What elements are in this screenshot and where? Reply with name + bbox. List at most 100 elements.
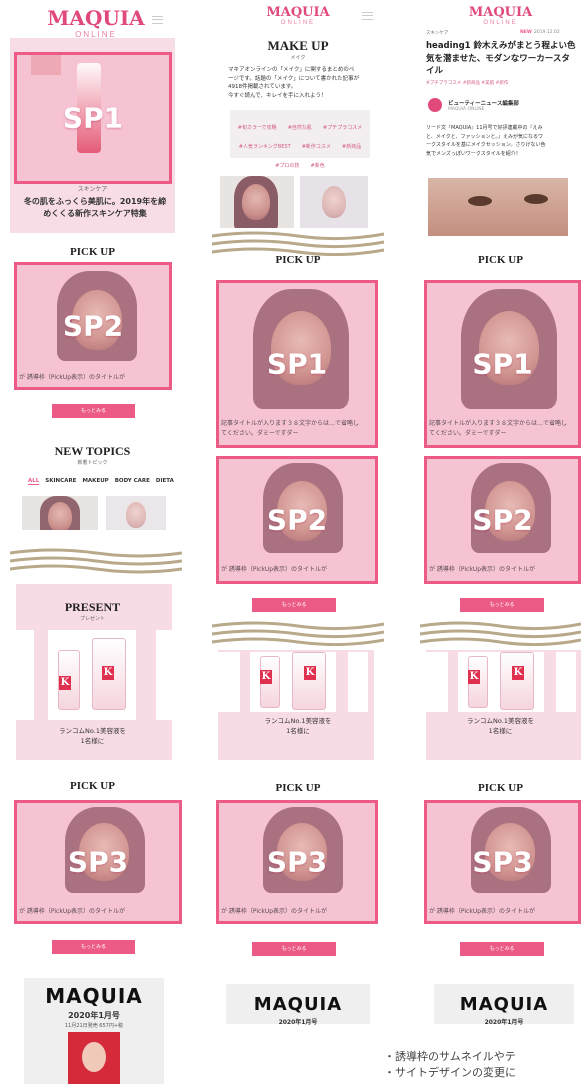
magazine-issue: 2020年1月号 (278, 1019, 318, 1026)
sp3-label: SP3 (472, 845, 533, 879)
tag-1[interactable]: #旬カラーで攻略 (238, 124, 277, 131)
sp2-block[interactable]: SP2 が 誘導枠（PickUp表示）のタイトルが (424, 456, 581, 584)
present-card-next[interactable] (556, 652, 576, 712)
sp3-block[interactable]: SP3 が 誘導枠（PickUp表示）のタイトルが (216, 800, 378, 924)
present-product-card[interactable]: K K (48, 630, 136, 720)
magazine-issue: 2020年1月号 (68, 1011, 120, 1020)
tag-5[interactable]: #新作コスメ (302, 143, 331, 150)
category-tabs[interactable]: ALL SKINCARE MAKEUP BODY CARE DIETA (28, 478, 178, 485)
more-button-2[interactable]: もっとみる (460, 942, 544, 956)
article-lead: リード文『MAQUIA』11月号で好評連載中の『えみ と、メイクと、ファッション… (426, 125, 546, 157)
tag-8[interactable]: #新色 (311, 162, 325, 169)
sp1-block[interactable]: SP1 (14, 52, 172, 184)
newtopics-title: NEW TOPICS (54, 444, 131, 458)
hero-image-detail (31, 55, 61, 75)
article-date: 2019.12.02 (534, 30, 560, 35)
sp1-block[interactable]: SP1 記事タイトルが入ります３８文字からは…で省略し てください。ダミーですダ… (216, 280, 378, 448)
tag-6[interactable]: #新商品 (342, 143, 361, 150)
new-badge: NEW (520, 30, 532, 35)
sp1-label: SP1 (62, 101, 124, 135)
sp2-caption: が 誘導枠（PickUp表示）のタイトルが (429, 566, 536, 573)
more-button-2[interactable]: もっとみる (52, 940, 135, 954)
tab-skincare[interactable]: SKINCARE (45, 478, 76, 485)
magazine-section[interactable]: MAQUIA 2020年1月号 11月21日発売 657円+税 (24, 978, 164, 1084)
pickup-title-2: PICK UP (275, 782, 321, 794)
pickup-title-2: PICK UP (478, 782, 523, 794)
pickup-title: PICK UP (70, 246, 115, 258)
sp2-caption: が 誘導枠（PickUp表示）のタイトルが (19, 374, 126, 381)
thumb-face-2 (126, 502, 146, 528)
wave-break-divider (420, 621, 581, 646)
present-caption: ランコムNo.1美容液を 1名様に (467, 717, 534, 735)
image-eye (468, 196, 492, 206)
magazine-section[interactable]: MAQUIA 2020年1月号 (434, 984, 574, 1026)
more-button[interactable]: もっとみる (252, 598, 336, 612)
sp3-label: SP3 (67, 845, 129, 879)
thumb-face-2 (322, 186, 346, 218)
menu-icon[interactable] (362, 12, 373, 20)
article-main-image (428, 178, 568, 236)
present-caption: ランコムNo.1美容液を 1名様に (59, 727, 126, 745)
sp3-label: SP3 (266, 845, 328, 879)
sp2-block[interactable]: SP2 が 誘導枠（PickUp表示）のタイトルが (216, 456, 378, 584)
tag-4[interactable]: #人気ランキングBEST (239, 143, 291, 150)
kerastase-logo: K (468, 670, 480, 684)
sp2-caption: が 誘導枠（PickUp表示）のタイトルが (221, 566, 328, 573)
article-headline: heading1 鈴木えみがまとう程よい色気を潜ませた、モダンなワーカースタイル (426, 41, 576, 76)
sp3-block[interactable]: SP3 が 誘導枠（PickUp表示）のタイトルが (424, 800, 581, 924)
tab-dieta[interactable]: DIETA (156, 478, 174, 485)
magazine-section[interactable]: MAQUIA 2020年1月号 (226, 984, 370, 1026)
sp2-label: SP2 (62, 309, 124, 343)
author-avatar (428, 98, 442, 112)
wave-break-divider (212, 231, 384, 256)
sp2-label: SP2 (266, 503, 328, 537)
site-logo[interactable]: MAQUIA ONLINE (420, 5, 581, 26)
tag-3[interactable]: #プチプラコスメ (323, 124, 362, 131)
magazine-info: 11月21日発売 657円+税 (64, 1023, 124, 1029)
tag-7[interactable]: #プロの技 (275, 162, 299, 169)
present-card-next[interactable] (156, 630, 176, 720)
sp1-caption: 記事タイトルが入ります３８文字からは…で省略し (221, 420, 360, 427)
magazine-logo: MAQUIA (45, 984, 143, 1008)
site-logo[interactable]: MAQUIA ONLINE (212, 5, 384, 26)
image-eye-2 (524, 194, 548, 204)
present-product-card[interactable]: K K (250, 652, 336, 712)
tag-2[interactable]: #自然な肌 (288, 124, 312, 131)
kerastase-logo: K (260, 670, 272, 684)
present-card-prev[interactable] (218, 652, 240, 712)
hero-category: スキンケア (77, 186, 108, 193)
present-product-card[interactable]: K K (458, 652, 544, 712)
sp1-caption-2: てください。ダミーですダー (429, 430, 507, 437)
article-tags[interactable]: #プチプラコスメ #新商品 #美肌 #新作 (426, 80, 578, 86)
topic-thumbnail-1[interactable] (22, 496, 98, 530)
note-line-2: ・サイトデザインの変更に (384, 1066, 516, 1079)
column-top-page: MAQUIA ONLINE SP1 スキンケア 冬の肌をふっくら美肌に。2019… (10, 0, 182, 1084)
tab-all[interactable]: ALL (28, 478, 40, 485)
hero-title[interactable]: 冬の肌をふっくら美肌に。2019年を締めくくる新作スキンケア特集 (20, 196, 170, 220)
pickup-title-2: PICK UP (70, 780, 115, 792)
magazine-logo: MAQUIA (459, 994, 549, 1015)
sp1-block[interactable]: SP1 記事タイトルが入ります３８文字からは…で省略し てください。ダミーですダ… (424, 280, 581, 448)
sp2-label: SP2 (472, 503, 533, 537)
more-button[interactable]: もっとみる (460, 598, 544, 612)
sp3-caption: が 誘導枠（PickUp表示）のタイトルが (429, 908, 536, 915)
menu-icon[interactable] (152, 16, 163, 24)
present-title: PRESENT (64, 600, 121, 614)
more-button[interactable]: もっとみる (52, 404, 135, 418)
present-card-prev[interactable] (426, 652, 448, 712)
article-thumbnail-1[interactable] (220, 176, 294, 228)
newtopics-sub: 新着トピック (77, 460, 108, 466)
present-card-prev[interactable] (10, 630, 34, 720)
present-card-next[interactable] (348, 652, 368, 712)
article-thumbnail-2[interactable] (300, 176, 368, 228)
tab-makeup[interactable]: MAKEUP (82, 478, 108, 485)
topic-thumbnail-2[interactable] (106, 496, 166, 530)
pickup-title: PICK UP (478, 254, 523, 266)
more-button-2[interactable]: もっとみる (252, 942, 336, 956)
tab-bodycare[interactable]: BODY CARE (115, 478, 150, 485)
author-sub: MAQUIA ONLINE (448, 107, 485, 112)
magazine-cover (68, 1032, 120, 1084)
sp2-block[interactable]: SP2 が 誘導枠（PickUp表示）のタイトルが (14, 262, 172, 390)
sp3-block[interactable]: SP3 が 誘導枠（PickUp表示）のタイトルが (14, 800, 182, 924)
sp1-caption-2: てください。ダミーですダー (221, 430, 299, 437)
